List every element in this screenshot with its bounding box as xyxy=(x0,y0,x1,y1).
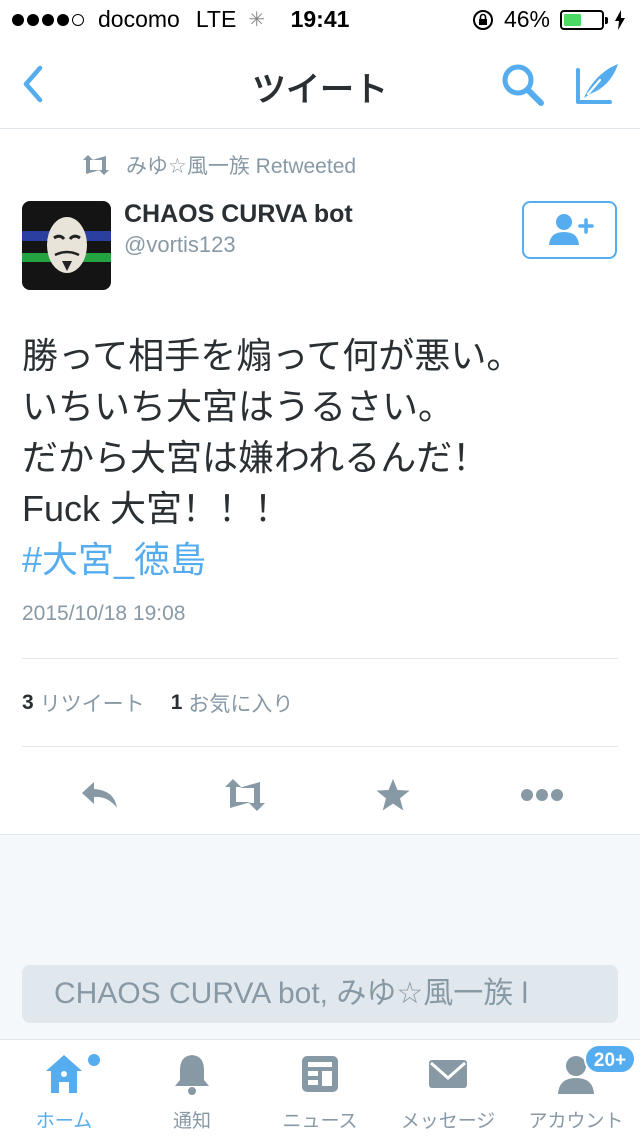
retweet-icon xyxy=(225,779,265,811)
tab-account[interactable]: 20+ アカウント xyxy=(512,1040,640,1137)
retweet-count-label[interactable]: リツイート xyxy=(40,688,145,718)
user-handle[interactable]: @vortis123 xyxy=(124,232,236,258)
envelope-icon xyxy=(429,1060,467,1088)
add-user-icon xyxy=(548,214,594,245)
favorite-button[interactable] xyxy=(363,770,423,820)
charging-icon xyxy=(615,9,625,30)
tweet-timestamp: 2015/10/18 19:08 xyxy=(22,602,186,625)
account-badge: 20+ xyxy=(584,1044,636,1074)
tweet-text-line: いちいち大宮はうるさい。 xyxy=(22,386,455,427)
retweet-icon xyxy=(83,155,109,175)
tweet-text-line: 勝って相手を煽って何が悪い。 xyxy=(22,335,523,376)
tab-label: ホーム xyxy=(35,1111,93,1132)
tab-label: ニュース xyxy=(282,1111,358,1132)
reply-input[interactable]: CHAOS CURVA bot, みゆ☆風一族 l xyxy=(22,965,618,1023)
retweet-button[interactable] xyxy=(215,770,275,820)
retweet-context: みゆ☆風一族 Retweeted xyxy=(80,150,356,180)
avatar[interactable] xyxy=(22,201,111,290)
rotation-lock-icon xyxy=(472,9,493,30)
divider xyxy=(22,746,618,747)
retweet-count[interactable]: 3 xyxy=(22,691,34,715)
favorite-count[interactable]: 1 xyxy=(171,691,183,715)
tab-label: 通知 xyxy=(172,1111,211,1132)
user-display-name[interactable]: CHAOS CURVA bot xyxy=(124,200,353,229)
tweet-text-line: だから大宮は嫌われるんだ！ xyxy=(22,437,489,478)
search-icon[interactable] xyxy=(498,60,546,108)
reply-icon xyxy=(82,782,117,808)
tab-notifications[interactable]: 通知 xyxy=(128,1040,256,1137)
more-button[interactable] xyxy=(512,770,572,820)
status-right: 46% xyxy=(472,6,626,33)
tab-home[interactable]: ホーム xyxy=(0,1040,128,1137)
avatar-image xyxy=(22,201,111,290)
navigation-bar: ツイート xyxy=(0,40,640,129)
home-icon xyxy=(46,1055,82,1093)
reply-composer: CHAOS CURVA bot, みゆ☆風一族 l xyxy=(0,949,640,1039)
battery-percent: 46% xyxy=(503,6,550,32)
bell-icon xyxy=(175,1055,209,1095)
tweet-actions xyxy=(0,760,640,830)
hashtag-link[interactable]: #大宮_徳島 xyxy=(22,534,622,585)
more-dots-icon xyxy=(521,789,563,801)
empty-replies-area xyxy=(0,834,640,950)
tab-label: アカウント xyxy=(528,1111,624,1132)
news-icon xyxy=(302,1056,338,1092)
tweet-text: 勝って相手を煽って何が悪い。 いちいち大宮はうるさい。 だから大宮は嫌われるんだ… xyxy=(22,330,622,585)
favorite-count-label[interactable]: お気に入り xyxy=(188,688,293,718)
divider xyxy=(22,658,618,659)
home-new-indicator xyxy=(86,1052,102,1068)
reply-button[interactable] xyxy=(70,770,130,820)
tab-bar: ホーム 通知 ニュース メッセージ 20+ アカウント xyxy=(0,1039,640,1137)
tab-label: メッセージ xyxy=(400,1111,496,1132)
status-bar: docomo LTE ✳ 19:41 46% xyxy=(0,0,640,40)
tab-news[interactable]: ニュース xyxy=(256,1040,384,1137)
tweet-stats: 3 リツイート 1 お気に入り xyxy=(22,688,293,718)
battery-icon xyxy=(560,9,608,30)
follow-button[interactable] xyxy=(522,201,617,259)
retweeted-by-label[interactable]: みゆ☆風一族 Retweeted xyxy=(126,150,356,180)
tweet-text-line: Fuck 大宮！！！ xyxy=(22,488,291,529)
compose-tweet-icon[interactable] xyxy=(572,58,622,108)
star-icon xyxy=(376,779,410,811)
tab-messages[interactable]: メッセージ xyxy=(384,1040,512,1137)
